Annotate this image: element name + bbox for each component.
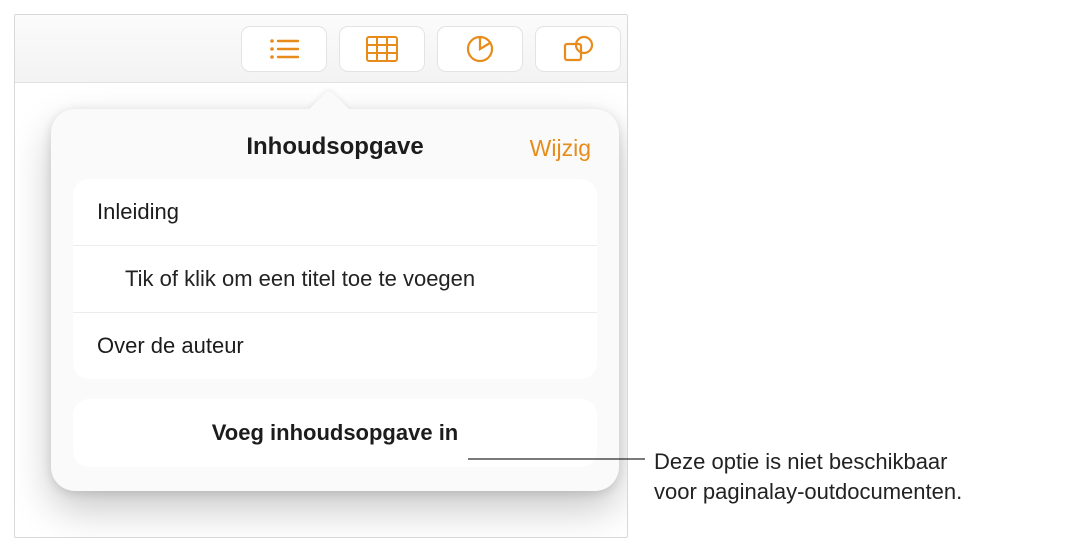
toc-popover: Inhoudsopgave Wijzig Inleiding Tik of kl… [51,109,619,491]
popover-header: Inhoudsopgave Wijzig [73,133,597,161]
shape-icon [562,34,594,64]
toc-view-button[interactable] [241,26,327,72]
chart-icon [465,34,495,64]
table-button[interactable] [339,26,425,72]
popover-title: Inhoudsopgave [246,133,423,160]
toc-view-icon [268,37,300,61]
shape-button[interactable] [535,26,621,72]
toc-item-inleiding[interactable]: Inleiding [73,179,597,246]
insert-toc-button[interactable]: Voeg inhoudsopgave in [73,399,597,467]
table-icon [366,36,398,62]
toc-item-over-auteur[interactable]: Over de auteur [73,313,597,379]
toc-item-placeholder[interactable]: Tik of klik om een titel toe te voegen [73,246,597,313]
callout-line-1: Deze optie is niet beschikbaar [654,449,948,474]
chart-button[interactable] [437,26,523,72]
app-window: Inhoudsopgave Wijzig Inleiding Tik of kl… [14,14,628,538]
callout-text: Deze optie is niet beschikbaar voor pagi… [654,447,1054,506]
edit-button[interactable]: Wijzig [530,135,591,162]
callout-line-2: voor paginalay-outdocumenten. [654,479,962,504]
toolbar [15,15,627,83]
toc-list: Inleiding Tik of klik om een titel toe t… [73,179,597,379]
